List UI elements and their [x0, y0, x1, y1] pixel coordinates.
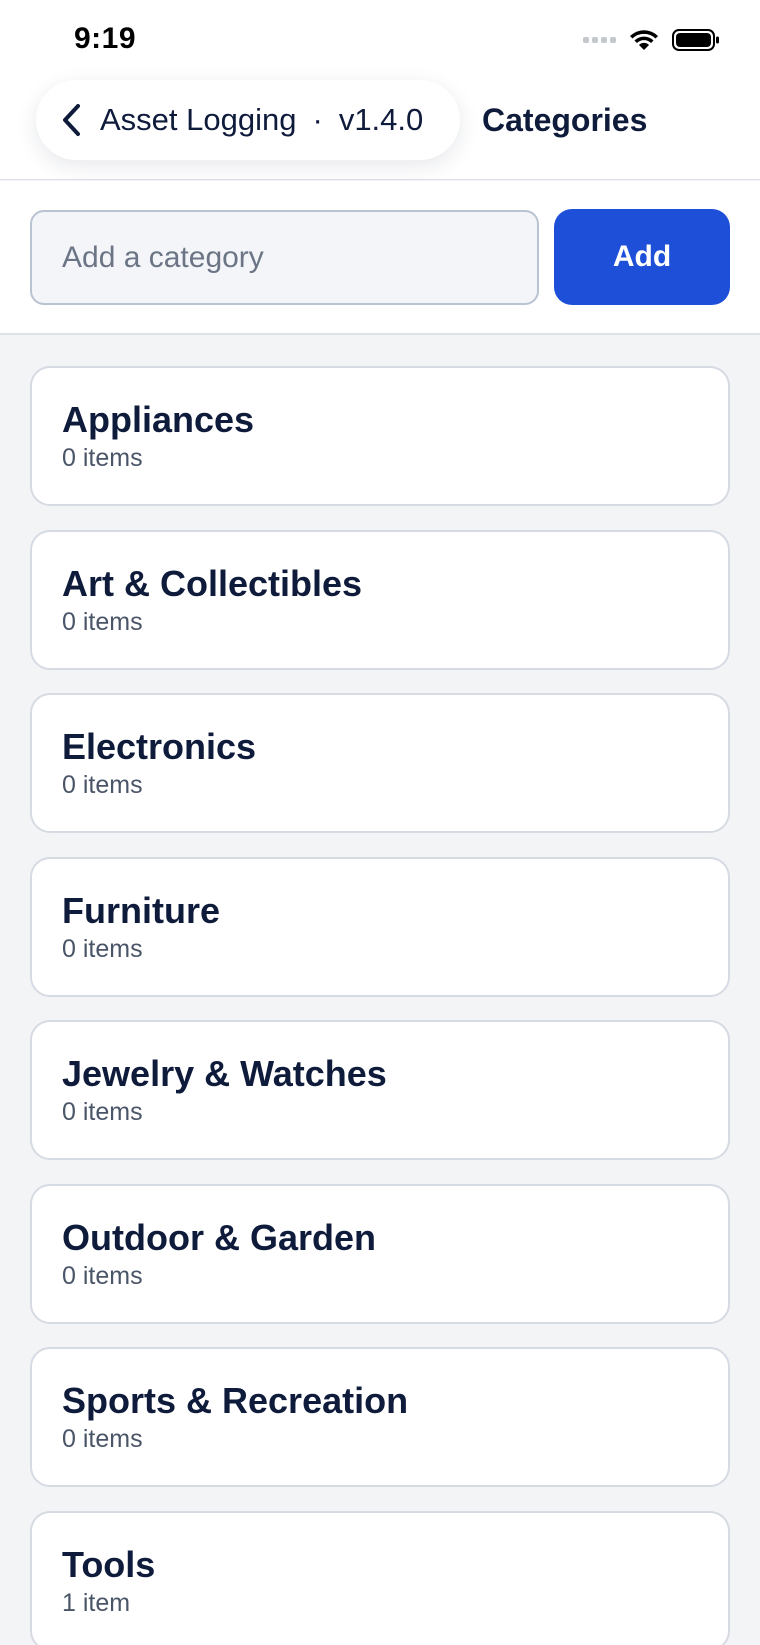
- status-time: 9:19: [74, 22, 137, 55]
- add-button[interactable]: Add: [554, 209, 730, 305]
- category-count: 1 item: [62, 1588, 131, 1617]
- back-label: Asset Logging: [100, 102, 297, 137]
- back-separator: ·: [312, 102, 323, 137]
- category-name: Art & Collectibles: [62, 562, 363, 604]
- category-name: Appliances: [62, 399, 255, 440]
- category-name: Jewelry & Watches: [62, 1053, 387, 1094]
- category-card-jewelry-watches[interactable]: Jewelry & Watches 0 items: [30, 1020, 730, 1160]
- category-card-tools[interactable]: Tools 1 item: [30, 1510, 730, 1645]
- wifi-icon: [630, 30, 658, 50]
- add-category-bar: Add: [0, 181, 760, 335]
- category-card-art-collectibles[interactable]: Art & Collectibles 0 items: [30, 529, 730, 670]
- signal-dots-icon: [583, 37, 616, 43]
- screen: 9:19 Asset Logging · v1.4.0 Categories A…: [0, 0, 760, 1645]
- page-title: Categories: [482, 102, 648, 138]
- nav-header: Asset Logging · v1.4.0 Categories: [0, 80, 760, 180]
- battery-icon: [672, 29, 719, 51]
- category-count: 0 items: [62, 1098, 143, 1126]
- category-name: Sports & Recreation: [62, 1380, 409, 1421]
- category-count: 0 items: [62, 607, 143, 636]
- status-icons: [583, 28, 720, 52]
- chevron-left-icon: [63, 104, 80, 136]
- category-count: 0 items: [62, 934, 143, 963]
- category-name: Electronics: [62, 726, 257, 767]
- category-name: Outdoor & Garden: [62, 1216, 376, 1258]
- category-count: 0 items: [62, 1425, 143, 1453]
- category-count: 0 items: [62, 444, 143, 472]
- category-card-electronics[interactable]: Electronics 0 items: [30, 693, 730, 833]
- status-bar: 9:19: [0, 0, 760, 80]
- category-input[interactable]: [30, 210, 539, 305]
- category-list: Appliances 0 items Art & Collectibles 0 …: [30, 366, 730, 1645]
- category-card-appliances[interactable]: Appliances 0 items: [30, 366, 730, 506]
- category-card-furniture[interactable]: Furniture 0 items: [30, 856, 730, 997]
- back-button[interactable]: Asset Logging · v1.4.0: [36, 80, 460, 160]
- category-count: 0 items: [62, 1261, 143, 1290]
- category-count: 0 items: [62, 771, 143, 799]
- category-name: Tools: [62, 1543, 156, 1585]
- app-version: v1.4.0: [338, 102, 424, 137]
- category-card-sports-recreation[interactable]: Sports & Recreation 0 items: [30, 1347, 730, 1487]
- category-card-outdoor-garden[interactable]: Outdoor & Garden 0 items: [30, 1183, 730, 1324]
- category-name: Furniture: [62, 889, 220, 931]
